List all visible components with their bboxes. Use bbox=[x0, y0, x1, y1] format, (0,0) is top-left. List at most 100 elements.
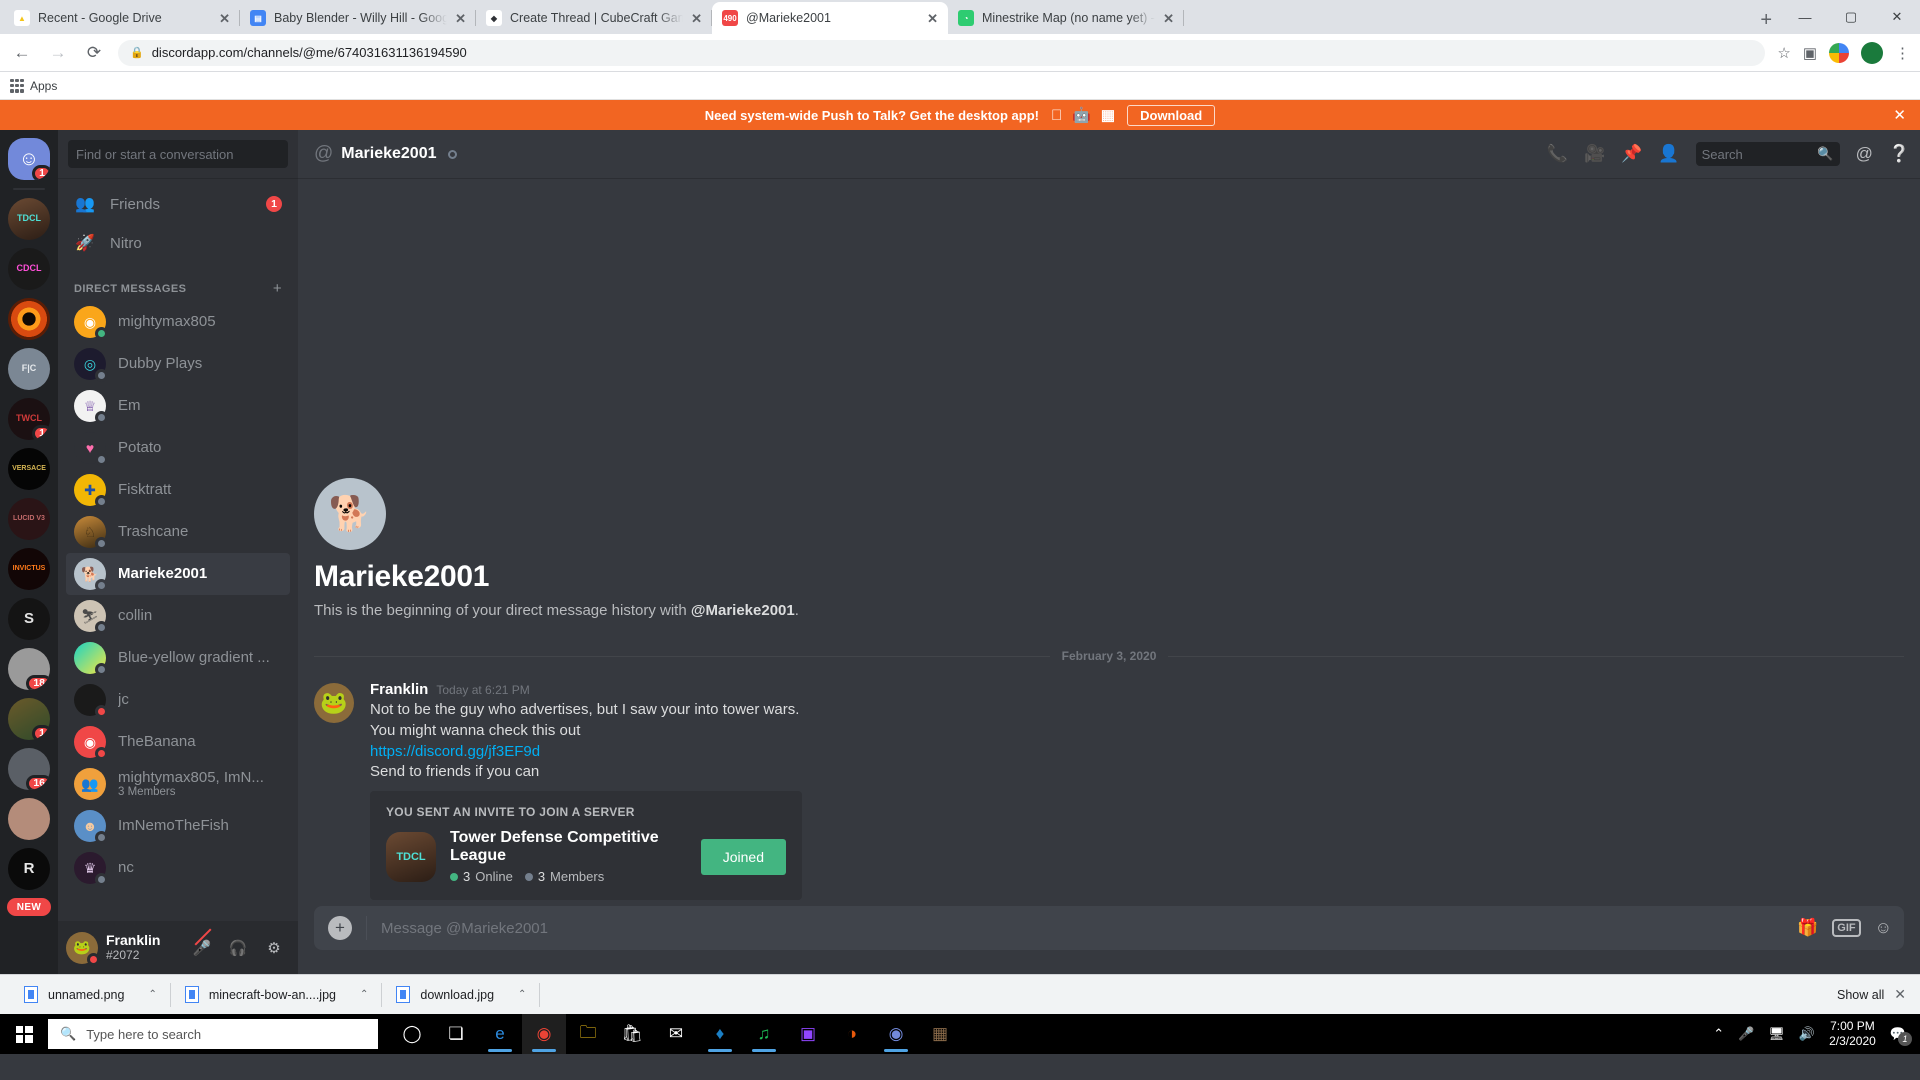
gif-icon[interactable]: GIF bbox=[1832, 918, 1861, 938]
server-icon[interactable]: 1 bbox=[8, 698, 50, 740]
download-button[interactable]: Download bbox=[1127, 104, 1216, 126]
emoji-icon[interactable]: ☺ bbox=[1875, 918, 1892, 938]
dm-list-item[interactable]: Blue-yellow gradient ... bbox=[66, 637, 290, 679]
server-icon[interactable] bbox=[8, 798, 50, 840]
franklin-avatar[interactable]: 🐸 bbox=[314, 683, 354, 724]
chrome-menu-icon[interactable]: ⋮ bbox=[1895, 44, 1910, 62]
edge-icon[interactable]: e bbox=[478, 1014, 522, 1054]
sidebar-item-friends[interactable]: 👥 Friends 1 bbox=[66, 186, 290, 222]
browser-tab-close-icon[interactable]: ✕ bbox=[455, 12, 466, 25]
dm-list-item[interactable]: 🐕 Marieke2001 bbox=[66, 553, 290, 595]
show-all-downloads-button[interactable]: Show all bbox=[1837, 988, 1894, 1002]
server-icon[interactable]: CDCL bbox=[8, 248, 50, 290]
create-dm-icon[interactable]: + bbox=[273, 280, 282, 297]
browser-tab[interactable]: ▤ Baby Blender - Willy Hill - Google ✕ bbox=[240, 2, 476, 34]
address-bar[interactable]: 🔒 discordapp.com/channels/@me/6740316311… bbox=[118, 39, 1766, 66]
close-banner-icon[interactable]: ✕ bbox=[1893, 106, 1906, 124]
gift-icon[interactable]: 🎁 bbox=[1797, 918, 1818, 938]
firefox-icon[interactable]: ◑ bbox=[830, 1014, 874, 1054]
message-author[interactable]: Franklin bbox=[370, 681, 428, 698]
server-icon[interactable]: S bbox=[8, 598, 50, 640]
dm-list-item[interactable]: jc bbox=[66, 679, 290, 721]
dm-list-item[interactable]: ◉ mightymax805 bbox=[66, 301, 290, 343]
dm-list-item[interactable]: ♛ nc bbox=[66, 847, 290, 889]
dm-list-item[interactable]: ⛷ collin bbox=[66, 595, 290, 637]
spotify-icon[interactable]: ♫ bbox=[742, 1014, 786, 1054]
bookmark-apps-label[interactable]: Apps bbox=[30, 79, 57, 93]
server-icon[interactable]: 16 bbox=[8, 748, 50, 790]
new-tab-button[interactable]: + bbox=[1746, 10, 1782, 34]
user-settings-button[interactable]: ⚙ bbox=[258, 932, 290, 964]
search-box[interactable]: Search 🔍 bbox=[1695, 142, 1840, 166]
add-friends-icon[interactable]: 👤 bbox=[1658, 144, 1679, 164]
notifications-icon[interactable]: 💬 1 bbox=[1890, 1026, 1912, 1046]
windows-start-icon[interactable] bbox=[0, 1014, 48, 1054]
user-identity[interactable]: Franklin #2072 bbox=[106, 932, 160, 962]
start-call-icon[interactable]: 📞 bbox=[1547, 144, 1568, 164]
dm-list-item[interactable]: ♕ Em bbox=[66, 385, 290, 427]
dm-list-item[interactable]: ◉ TheBanana bbox=[66, 721, 290, 763]
browser-tab-close-icon[interactable]: ✕ bbox=[1163, 12, 1174, 25]
mute-button[interactable]: 🎤 bbox=[186, 928, 218, 964]
window-maximize-button[interactable]: ▢ bbox=[1828, 0, 1874, 34]
browser-tab[interactable]: 490 @Marieke2001 ✕ bbox=[712, 2, 948, 34]
reload-button[interactable]: ⟳ bbox=[82, 43, 106, 63]
server-icon[interactable]: INVICTUS bbox=[8, 548, 50, 590]
mail-icon[interactable]: ✉ bbox=[654, 1014, 698, 1054]
window-close-button[interactable]: ✕ bbox=[1874, 0, 1920, 34]
deafen-button[interactable]: 🎧 bbox=[222, 932, 254, 964]
server-icon[interactable]: F|C bbox=[8, 348, 50, 390]
bookmark-star-icon[interactable]: ☆ bbox=[1777, 44, 1790, 62]
microsoft-store-icon[interactable]: 🛍 bbox=[610, 1014, 654, 1054]
dm-list-item[interactable]: 👥 mightymax805, ImN... 3 Members bbox=[66, 763, 290, 805]
discord-icon[interactable]: ◉ bbox=[874, 1014, 918, 1054]
browser-tab-close-icon[interactable]: ✕ bbox=[691, 12, 702, 25]
server-icon[interactable]: 18 bbox=[8, 648, 50, 690]
mentions-icon[interactable]: @ bbox=[1856, 144, 1873, 164]
browser-tab[interactable]: ◔ Minestrike Map (no name yet) - A ✕ bbox=[948, 2, 1184, 34]
avatar[interactable]: 🐸 bbox=[66, 931, 100, 966]
minecraft-icon[interactable]: ▦ bbox=[918, 1014, 962, 1054]
taskbar-clock[interactable]: 7:00 PM 2/3/2020 bbox=[1829, 1019, 1876, 1049]
server-icon[interactable]: LUCID V3 bbox=[8, 498, 50, 540]
sidebar-item-nitro[interactable]: 🚀 Nitro bbox=[66, 225, 290, 261]
back-button[interactable]: ← bbox=[10, 43, 34, 63]
steam-icon[interactable]: ♦ bbox=[698, 1014, 742, 1054]
browser-tab[interactable]: ◆ Create Thread | CubeCraft Games ✕ bbox=[476, 2, 712, 34]
pinned-messages-icon[interactable]: 📌 bbox=[1621, 144, 1642, 164]
chrome-icon[interactable]: ◉ bbox=[522, 1014, 566, 1054]
dm-list-item[interactable]: ✚ Fisktratt bbox=[66, 469, 290, 511]
download-item[interactable]: unnamed.png ⌃ bbox=[10, 981, 171, 1009]
server-icon[interactable]: TDCL bbox=[8, 198, 50, 240]
composer-box[interactable]: + Message @Marieke2001 🎁 GIF ☺ bbox=[314, 906, 1904, 950]
joined-button[interactable]: Joined bbox=[700, 838, 786, 875]
dm-search-input[interactable] bbox=[68, 140, 288, 168]
twitch-icon[interactable]: ▣ bbox=[786, 1014, 830, 1054]
download-item[interactable]: minecraft-bow-an....jpg ⌃ bbox=[171, 981, 383, 1009]
file-explorer-icon[interactable]: 🗀 bbox=[566, 1014, 610, 1054]
chevron-up-icon[interactable]: ⌃ bbox=[518, 989, 526, 1000]
server-rail-home[interactable]: ☺ 1 bbox=[8, 138, 50, 180]
close-download-bar-icon[interactable]: ✕ bbox=[1894, 986, 1910, 1003]
chevron-up-icon[interactable]: ⌃ bbox=[148, 989, 156, 1000]
taskbar-search-box[interactable]: 🔍 Type here to search bbox=[48, 1019, 378, 1049]
server-icon[interactable]: TWCL 1 bbox=[8, 398, 50, 440]
chrome-sync-icon[interactable] bbox=[1829, 42, 1849, 63]
apps-grid-icon[interactable] bbox=[10, 78, 24, 93]
browser-tab-close-icon[interactable]: ✕ bbox=[219, 12, 230, 25]
forward-button[interactable]: → bbox=[46, 43, 70, 63]
browser-tab[interactable]: ▲ Recent - Google Drive ✕ bbox=[4, 2, 240, 34]
task-view-icon[interactable]: ❏ bbox=[434, 1014, 478, 1054]
video-call-icon[interactable]: 🎥 bbox=[1584, 144, 1605, 164]
tray-chevron-icon[interactable]: ⌃ bbox=[1713, 1026, 1724, 1042]
server-icon[interactable]: VERSACE bbox=[8, 448, 50, 490]
dm-list-item[interactable]: ☻ ImNemoTheFish bbox=[66, 805, 290, 847]
chevron-up-icon[interactable]: ⌃ bbox=[360, 989, 368, 1000]
download-item[interactable]: download.jpg ⌃ bbox=[382, 981, 541, 1009]
cortana-icon[interactable]: ◯ bbox=[390, 1014, 434, 1054]
browser-tab-close-icon[interactable]: ✕ bbox=[927, 12, 938, 25]
dm-list-item[interactable]: ♘ Trashcane bbox=[66, 511, 290, 553]
extension-icon[interactable]: ▣ bbox=[1803, 44, 1817, 62]
server-icon[interactable] bbox=[8, 298, 50, 340]
window-minimize-button[interactable]: — bbox=[1782, 0, 1828, 34]
